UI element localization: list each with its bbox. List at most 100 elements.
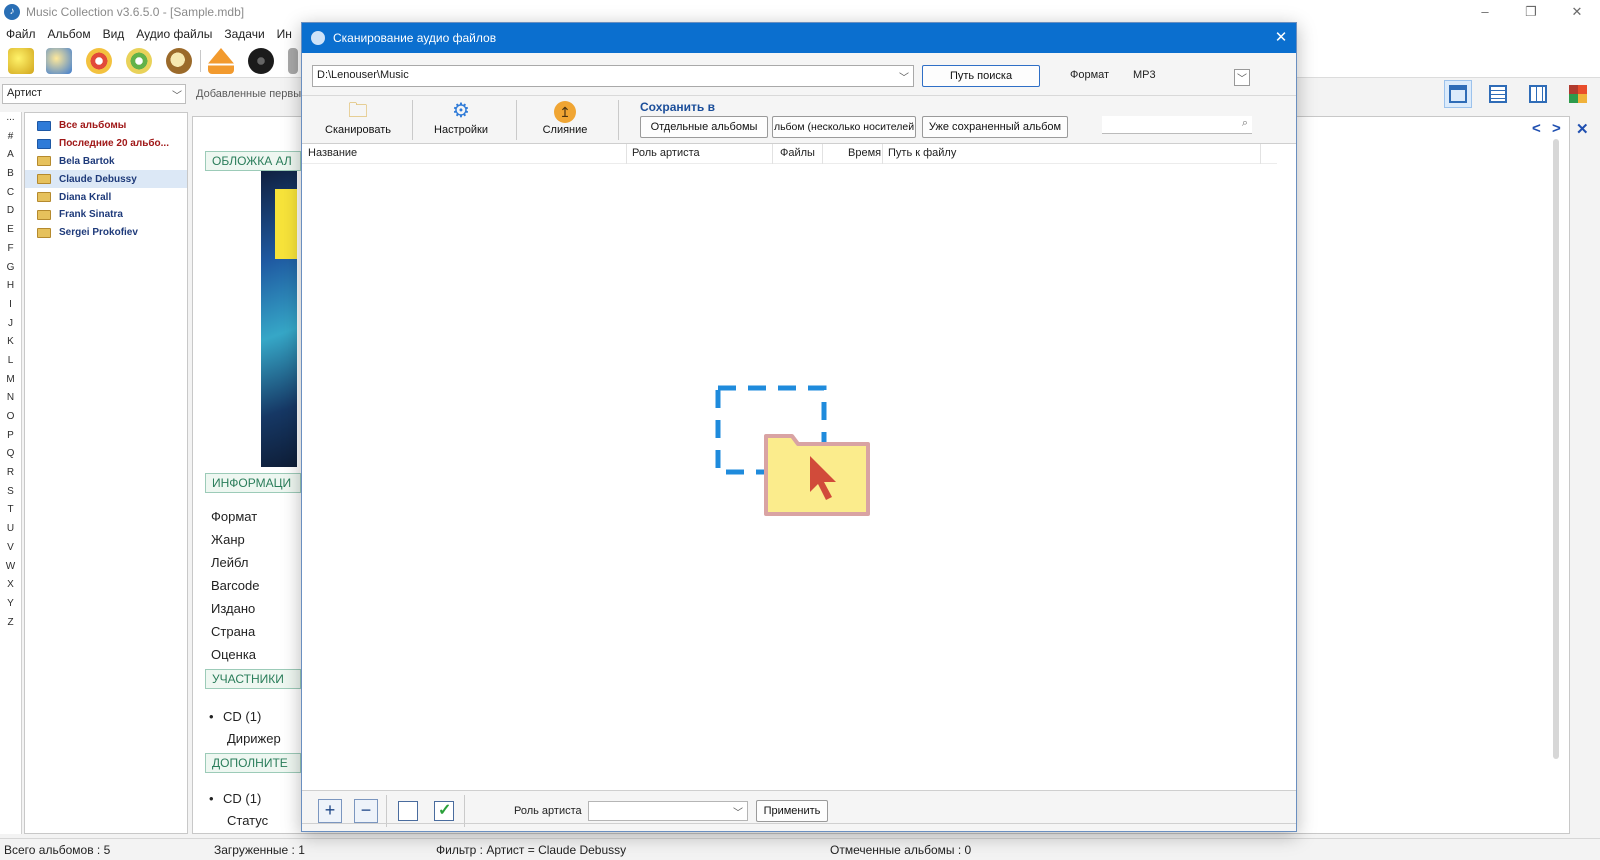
tree-item-artist[interactable]: Frank Sinatra xyxy=(25,206,187,224)
search-path-button[interactable]: Путь поиска xyxy=(922,65,1040,87)
eject-icon[interactable] xyxy=(208,48,234,74)
column-artist-role[interactable]: Роль артиста xyxy=(632,147,700,159)
minimize-button[interactable]: – xyxy=(1462,0,1508,24)
cd-text-icon[interactable] xyxy=(248,48,274,74)
check-all-checkbox[interactable] xyxy=(434,800,454,821)
folder-scan-icon: 🗀 xyxy=(348,100,368,122)
column-files[interactable]: Файлы xyxy=(780,147,815,159)
folder-icon xyxy=(37,174,51,185)
toolbar-more-icon[interactable] xyxy=(288,48,298,74)
letter-item[interactable]: Q xyxy=(0,448,21,467)
tree-item-recent-albums[interactable]: Последние 20 альбо... xyxy=(25,135,187,153)
close-panel-icon[interactable]: ✕ xyxy=(1576,120,1589,138)
column-divider xyxy=(882,144,883,164)
letter-item[interactable]: L xyxy=(0,355,21,374)
letter-item[interactable]: V xyxy=(0,542,21,561)
column-file-path[interactable]: Путь к файлу xyxy=(888,147,956,159)
previous-arrow-icon[interactable]: < xyxy=(1532,120,1541,137)
title-bar: ♪ Music Collection v3.6.5.0 - [Sample.md… xyxy=(0,0,1600,24)
add-item-button[interactable]: + xyxy=(318,799,342,823)
refresh-disc-icon[interactable] xyxy=(126,48,152,74)
menu-album[interactable]: Альбом xyxy=(42,27,97,41)
menu-file[interactable]: Файл xyxy=(0,27,42,41)
open-database-icon[interactable] xyxy=(46,48,72,74)
letter-item[interactable]: P xyxy=(0,430,21,449)
letter-index: ... # A B C D E F G H I J K L M N O P Q … xyxy=(0,112,22,834)
settings-button[interactable]: ⚙ Настройки xyxy=(426,96,496,144)
status-bar: Всего альбомов : 5 Загруженные : 1 Фильт… xyxy=(0,838,1600,860)
scan-button[interactable]: 🗀 Сканировать xyxy=(320,96,396,144)
search-input[interactable]: ⌕ xyxy=(1102,116,1252,134)
menu-view[interactable]: Вид xyxy=(97,27,131,41)
column-time[interactable]: Время xyxy=(848,147,881,159)
letter-item[interactable]: N xyxy=(0,392,21,411)
column-title[interactable]: Название xyxy=(308,147,357,159)
letter-item[interactable]: T xyxy=(0,504,21,523)
disc-icon[interactable] xyxy=(86,48,112,74)
close-window-button[interactable]: ✕ xyxy=(1554,0,1600,24)
letter-item[interactable]: F xyxy=(0,243,21,262)
letter-item[interactable]: G xyxy=(0,262,21,281)
tree-item-label: Все альбомы xyxy=(59,120,127,132)
view-table-icon[interactable] xyxy=(1484,80,1512,108)
letter-item[interactable]: U xyxy=(0,523,21,542)
scan-results-grid[interactable]: Название Роль артиста Файлы Время Путь к… xyxy=(302,143,1296,791)
letter-item[interactable]: Z xyxy=(0,617,21,636)
letter-item[interactable]: C xyxy=(0,187,21,206)
letter-item[interactable]: Y xyxy=(0,598,21,617)
letter-item[interactable]: # xyxy=(0,131,21,150)
letter-item[interactable]: M xyxy=(0,374,21,393)
cover-artwork-shape xyxy=(275,189,297,259)
window-title: Music Collection v3.6.5.0 - [Sample.mdb] xyxy=(26,5,245,19)
menu-tasks[interactable]: Задачи xyxy=(218,27,270,41)
detail-scrollbar[interactable] xyxy=(1553,139,1559,759)
separate-albums-button[interactable]: Отдельные альбомы xyxy=(640,116,768,138)
add-album-icon[interactable] xyxy=(8,48,34,74)
uncheck-all-checkbox[interactable] xyxy=(398,801,418,821)
close-icon[interactable]: ✕ xyxy=(1272,29,1290,47)
tree-item-artist[interactable]: Sergei Prokofiev xyxy=(25,224,187,242)
menu-audio-files[interactable]: Аудио файлы xyxy=(130,27,218,41)
letter-item[interactable]: ... xyxy=(0,112,21,131)
view-covers-icon[interactable] xyxy=(1564,80,1592,108)
letter-item[interactable]: S xyxy=(0,486,21,505)
tree-item-label: Frank Sinatra xyxy=(59,209,123,221)
letter-item[interactable]: J xyxy=(0,318,21,337)
letter-item[interactable]: O xyxy=(0,411,21,430)
letter-item[interactable]: X xyxy=(0,579,21,598)
letter-item[interactable]: H xyxy=(0,280,21,299)
format-select[interactable]: MP3 ﹀ xyxy=(1128,66,1254,86)
letter-item[interactable]: I xyxy=(0,299,21,318)
tree-item-label: Diana Krall xyxy=(59,191,112,203)
scan-path-select[interactable]: D:\Lenouser\Music ﹀ xyxy=(312,65,914,87)
music-note-icon xyxy=(311,31,325,45)
extra-role: Статус xyxy=(227,813,269,828)
existing-album-button[interactable]: Уже сохраненный альбом xyxy=(922,116,1068,138)
remove-item-button[interactable]: − xyxy=(354,799,378,823)
tree-item-all-albums[interactable]: Все альбомы xyxy=(25,117,187,135)
filter-field-select[interactable]: Артист ﹀ xyxy=(2,84,186,104)
letter-item[interactable]: A xyxy=(0,149,21,168)
menu-tools[interactable]: Ин xyxy=(271,27,298,41)
merge-button[interactable]: ↥ Слияние xyxy=(532,96,598,144)
multi-disc-album-button[interactable]: льбом (несколько носителей xyxy=(772,116,916,138)
letter-item[interactable]: W xyxy=(0,561,21,580)
letter-item[interactable]: B xyxy=(0,168,21,187)
tree-item-artist-selected[interactable]: Claude Debussy xyxy=(25,170,187,189)
apply-button[interactable]: Применить xyxy=(756,800,828,822)
letter-item[interactable]: D xyxy=(0,205,21,224)
letter-item[interactable]: R xyxy=(0,467,21,486)
format-label: Формат xyxy=(1070,69,1110,81)
tree-item-artist[interactable]: Bela Bartok xyxy=(25,153,187,171)
tree-item-artist[interactable]: Diana Krall xyxy=(25,188,187,206)
letter-item[interactable]: E xyxy=(0,224,21,243)
view-detail-icon[interactable] xyxy=(1444,80,1472,108)
artist-role-select[interactable]: ﹀ xyxy=(588,801,748,821)
restore-button[interactable]: ❐ xyxy=(1508,0,1554,24)
drag-drop-folder-icon xyxy=(715,385,870,516)
search-disc-icon[interactable] xyxy=(166,48,192,74)
next-arrow-icon[interactable]: > xyxy=(1552,120,1561,137)
sort-hint: Добавленные первы xyxy=(196,88,302,100)
view-grid-icon[interactable] xyxy=(1524,80,1552,108)
letter-item[interactable]: K xyxy=(0,336,21,355)
